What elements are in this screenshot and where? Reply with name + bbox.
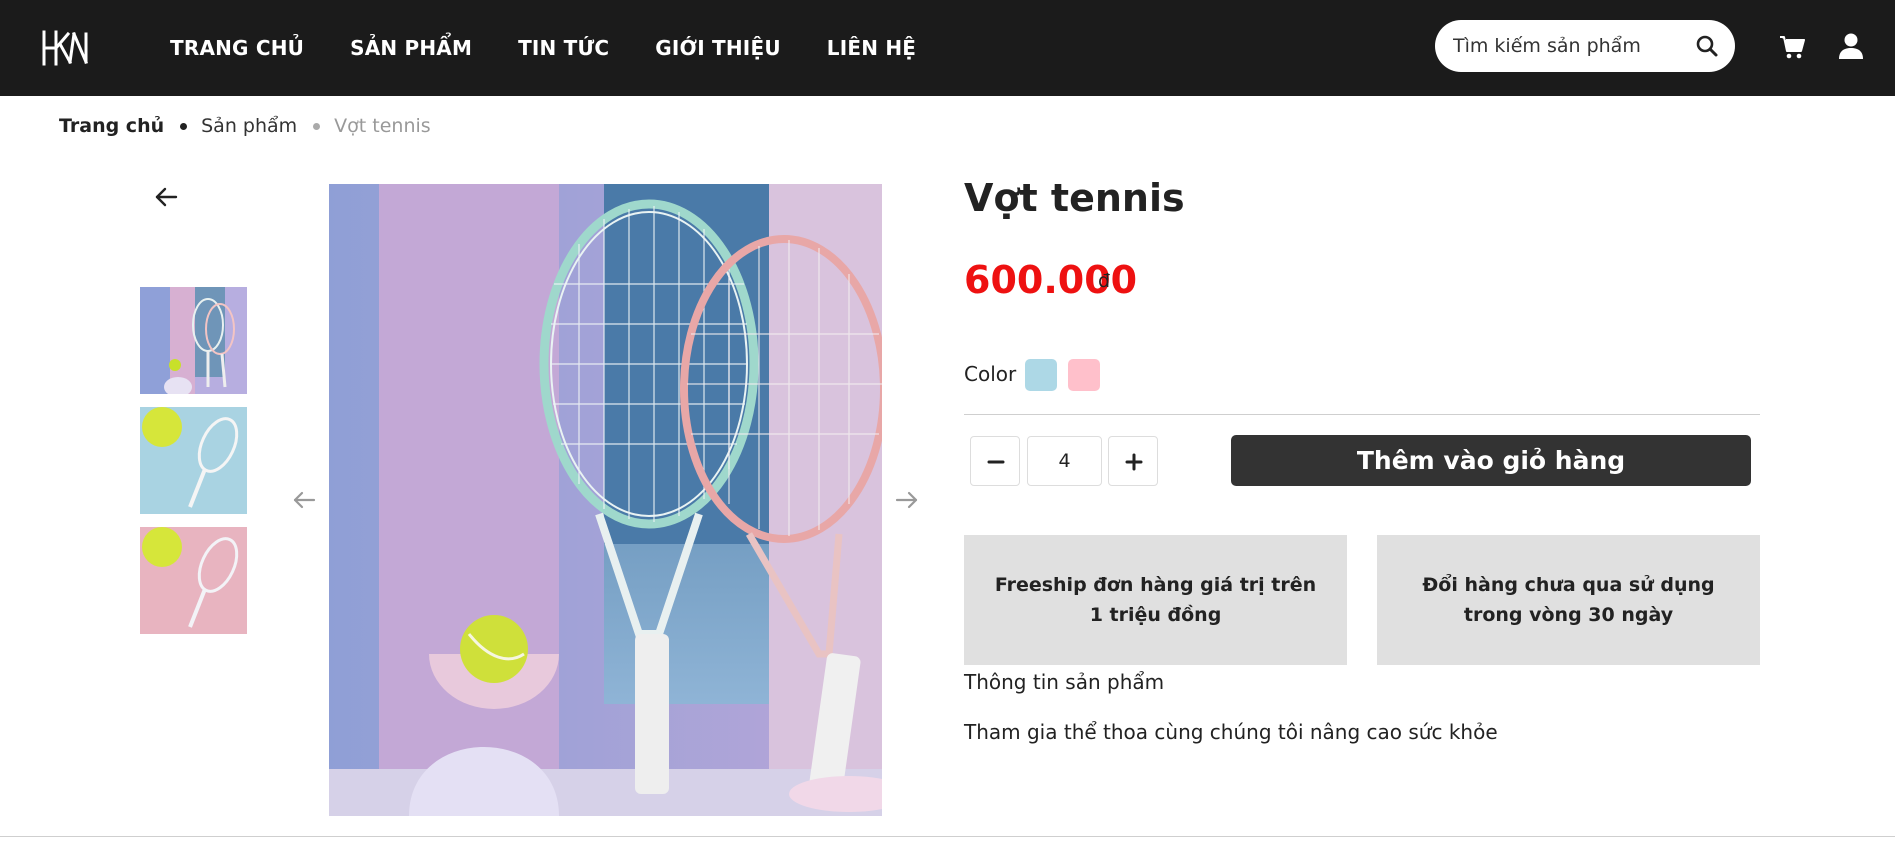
color-swatch-pink[interactable] [1068,359,1100,391]
thumbnail-image [140,527,247,634]
footer-divider [0,836,1895,837]
nav-item-news[interactable]: TIN TỨC [518,36,609,60]
search-input[interactable] [1453,32,1683,60]
policy-return: Đổi hàng chưa qua sử dụng trong vòng 30 … [1377,535,1760,665]
nav-item-products[interactable]: SẢN PHẨM [350,36,472,60]
divider [964,414,1760,415]
breadcrumb-separator [180,122,188,130]
product-info-heading: Thông tin sản phẩm [964,670,1165,694]
back-arrow-icon[interactable] [154,185,180,209]
minus-icon [987,460,1005,464]
product-info-description: Tham gia thể thoa cùng chúng tôi nâng ca… [964,720,1498,744]
breadcrumb-separator [313,122,321,130]
product-photo [329,184,882,816]
quantity-increase-button[interactable] [1108,436,1158,486]
breadcrumb-products[interactable]: Sản phẩm [201,115,297,137]
quantity-input[interactable] [1027,436,1102,486]
product-price: 600.000 [964,258,1138,302]
price-currency: đ [1098,270,1111,292]
thumbnail-image [140,407,247,514]
breadcrumb: Trang chủ Sản phẩm Vợt tennis [59,113,431,139]
cart-icon[interactable] [1779,34,1805,60]
color-swatch-blue[interactable] [1025,359,1057,391]
thumbnail-2[interactable] [140,407,247,514]
site-header: TRANG CHỦ SẢN PHẨM TIN TỨC GIỚI THIỆU LI… [0,0,1895,96]
next-arrow-icon[interactable] [893,489,919,511]
thumbnail-3[interactable] [140,527,247,634]
logo[interactable] [40,28,96,68]
main-nav: TRANG CHỦ SẢN PHẨM TIN TỨC GIỚI THIỆU LI… [170,0,962,96]
logo-icon [42,30,88,66]
main-product-image [329,184,882,816]
prev-arrow-icon[interactable] [292,489,318,511]
color-label: Color [964,362,1017,386]
quantity-decrease-button[interactable] [970,436,1020,486]
policy-freeship: Freeship đơn hàng giá trị trên 1 triệu đ… [964,535,1347,665]
thumbnail-image [140,287,247,394]
add-to-cart-button[interactable]: Thêm vào giỏ hàng [1231,435,1751,486]
breadcrumb-current: Vợt tennis [334,115,431,137]
product-title: Vợt tennis [964,176,1185,220]
user-icon[interactable] [1838,32,1864,60]
breadcrumb-home[interactable]: Trang chủ [59,115,164,137]
plus-icon [1125,453,1143,471]
thumbnail-1[interactable] [140,287,247,394]
nav-item-about[interactable]: GIỚI THIỆU [655,36,780,60]
nav-item-home[interactable]: TRANG CHỦ [170,36,304,60]
nav-item-contact[interactable]: LIÊN HỆ [827,36,916,60]
search-icon[interactable] [1695,34,1719,58]
search-box [1435,20,1735,72]
